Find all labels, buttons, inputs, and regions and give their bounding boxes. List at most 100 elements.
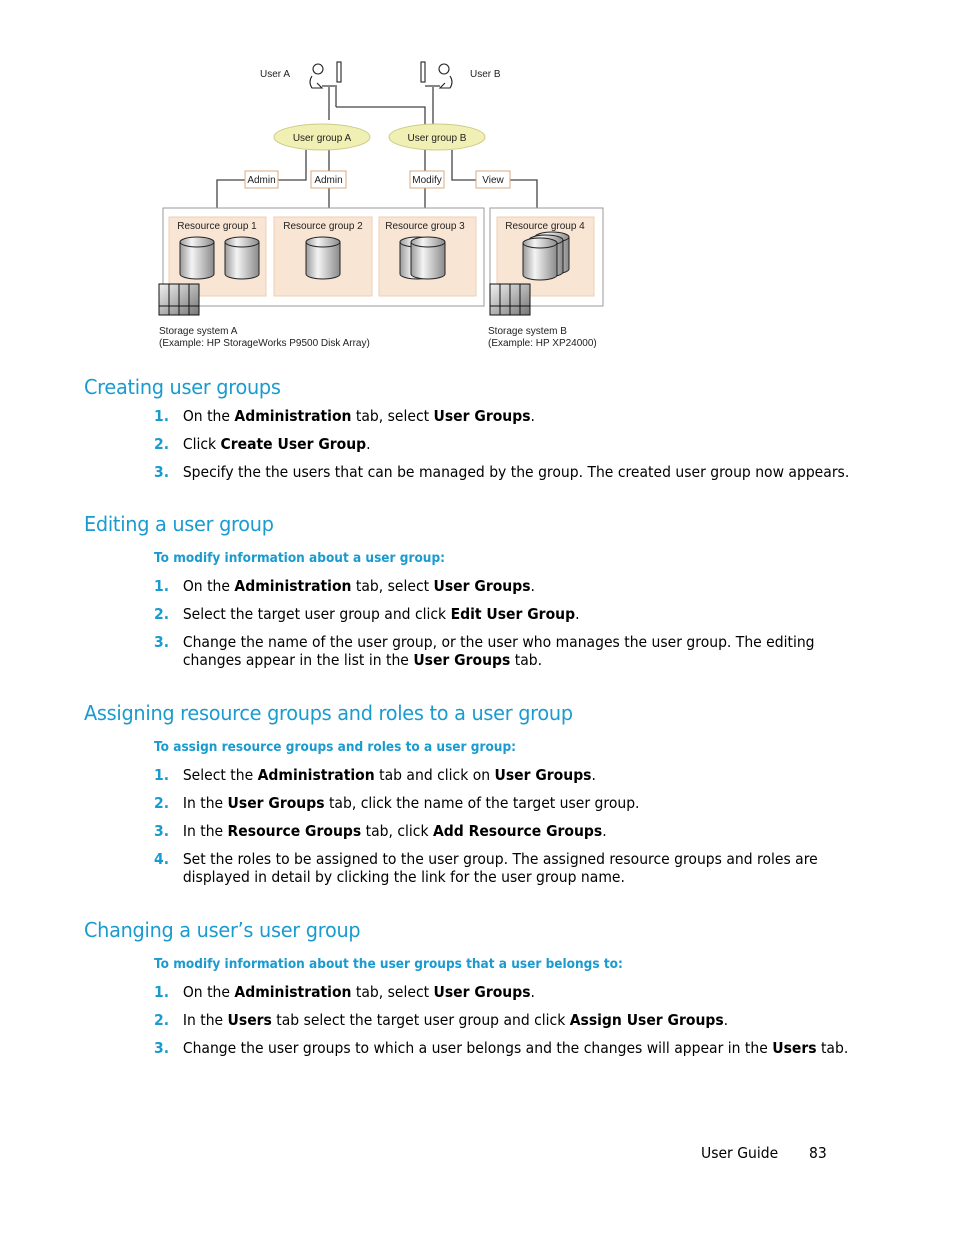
step-text: . bbox=[366, 435, 371, 453]
ui-term: Administration bbox=[234, 983, 352, 1001]
step-text: . bbox=[723, 1011, 729, 1029]
step-text: tab. bbox=[510, 651, 543, 669]
role-label: Modify bbox=[412, 175, 441, 186]
volume-icon bbox=[410, 236, 446, 280]
step-text: tab, select bbox=[351, 577, 434, 595]
step-number: 1. bbox=[154, 766, 170, 784]
step-number: 3. bbox=[154, 1039, 170, 1057]
page-number: 83 bbox=[809, 1144, 827, 1162]
step-item: 1. On the Administration tab, select User… bbox=[154, 407, 852, 425]
step-item: 3. Specify the the users that can be mana… bbox=[154, 463, 852, 481]
ui-term: User Groups bbox=[433, 407, 531, 425]
ui-term: Resource Groups bbox=[227, 822, 362, 840]
step-text: tab, select bbox=[351, 983, 434, 1001]
step-item: 1. Select the Administration tab and clic… bbox=[154, 766, 852, 784]
step-text: On the bbox=[182, 407, 235, 425]
ui-term: Users bbox=[227, 1011, 272, 1029]
section-heading-changing-users-user-group: Changing a user’s user group bbox=[84, 918, 361, 942]
step-item: 3. In the Resource Groups tab, click Add … bbox=[154, 822, 852, 840]
ui-term: User Groups bbox=[227, 794, 325, 812]
user-group-b-label: User group B bbox=[408, 133, 467, 144]
step-number: 3. bbox=[154, 633, 170, 651]
step-text: Click bbox=[182, 435, 221, 453]
step-text: tab, select bbox=[351, 407, 434, 425]
role-label: Admin bbox=[314, 175, 342, 186]
step-number: 1. bbox=[154, 577, 170, 595]
storage-system-b-label: Storage system B bbox=[488, 326, 567, 337]
section-heading-creating-user-groups: Creating user groups bbox=[84, 375, 281, 399]
ui-term: User Groups bbox=[413, 651, 511, 669]
step-item: 1. On the Administration tab, select User… bbox=[154, 983, 852, 1001]
user-group-diagram: User A User B User group A User group B … bbox=[0, 0, 954, 360]
step-item: 2. Click Create User Group. bbox=[154, 435, 852, 453]
step-item: 2. In the User Groups tab, click the name… bbox=[154, 794, 852, 812]
section-heading-editing-user-group: Editing a user group bbox=[84, 512, 274, 536]
section-heading-assigning-resource-groups: Assigning resource groups and roles to a… bbox=[84, 701, 573, 725]
step-number: 2. bbox=[154, 794, 170, 812]
resource-group-label: Resource group 3 bbox=[385, 221, 465, 232]
step-number: 3. bbox=[154, 463, 170, 481]
step-text: . bbox=[530, 983, 535, 1001]
step-item: 3. Change the user groups to which a user… bbox=[154, 1039, 852, 1057]
ui-term: Administration bbox=[257, 766, 375, 784]
step-number: 1. bbox=[154, 407, 170, 425]
volume-icon bbox=[305, 236, 341, 280]
step-text: . bbox=[591, 766, 596, 784]
step-text: In the bbox=[182, 794, 228, 812]
step-number: 2. bbox=[154, 435, 170, 453]
role-label: Admin bbox=[247, 175, 275, 186]
step-text: In the bbox=[182, 1011, 228, 1029]
step-text: tab and click on bbox=[374, 766, 495, 784]
storage-system-a-example: (Example: HP StorageWorks P9500 Disk Arr… bbox=[159, 338, 370, 349]
step-text: tab. bbox=[816, 1039, 849, 1057]
step-text: On the bbox=[182, 983, 235, 1001]
step-number: 1. bbox=[154, 983, 170, 1001]
step-number: 3. bbox=[154, 822, 170, 840]
step-item: 2. In the Users tab select the target use… bbox=[154, 1011, 852, 1029]
steps-list: 1. Select the Administration tab and clic… bbox=[154, 766, 854, 896]
step-text: . bbox=[575, 605, 580, 623]
step-text: In the bbox=[182, 822, 228, 840]
step-text: tab, click the name of the target user g… bbox=[324, 794, 640, 812]
storage-rack-b-icon bbox=[489, 283, 531, 316]
procedure-heading: To modify information about the user gro… bbox=[154, 956, 623, 972]
volume-icon bbox=[522, 237, 558, 281]
steps-list: 1. On the Administration tab, select User… bbox=[154, 577, 854, 679]
ui-term: Assign User Groups bbox=[569, 1011, 724, 1029]
step-text: . bbox=[530, 407, 535, 425]
user-a-icon bbox=[309, 61, 342, 89]
ui-term: Create User Group bbox=[220, 435, 367, 453]
step-text: tab select the target user group and cli… bbox=[271, 1011, 570, 1029]
user-a-label: User A bbox=[260, 69, 290, 80]
footer-guide-label: User Guide bbox=[701, 1144, 779, 1162]
step-text: Select the target user group and click bbox=[182, 605, 451, 623]
ui-term: User Groups bbox=[433, 577, 531, 595]
step-item: 3. Change the name of the user group, or … bbox=[154, 633, 852, 669]
storage-rack-a-icon bbox=[158, 283, 200, 316]
ui-term: Edit User Group bbox=[450, 605, 576, 623]
procedure-heading: To modify information about a user group… bbox=[154, 550, 446, 566]
storage-system-b-example: (Example: HP XP24000) bbox=[488, 338, 597, 349]
step-item: 2. Select the target user group and click… bbox=[154, 605, 852, 623]
step-text: . bbox=[530, 577, 535, 595]
step-text: Select the bbox=[182, 766, 258, 784]
ui-term: User Groups bbox=[433, 983, 531, 1001]
step-text: Specify the the users that can be manage… bbox=[182, 463, 850, 481]
user-b-label: User B bbox=[470, 69, 501, 80]
step-item: 4. Set the roles to be assigned to the us… bbox=[154, 850, 852, 886]
step-text: . bbox=[602, 822, 607, 840]
steps-list: 1. On the Administration tab, select User… bbox=[154, 983, 854, 1067]
step-text: Change the user groups to which a user b… bbox=[182, 1039, 773, 1057]
user-b-icon bbox=[420, 61, 453, 89]
storage-system-a-label: Storage system A bbox=[159, 326, 238, 337]
step-number: 4. bbox=[154, 850, 170, 868]
ui-term: Users bbox=[772, 1039, 817, 1057]
volume-icon bbox=[179, 236, 215, 280]
step-number: 2. bbox=[154, 1011, 170, 1029]
ui-term: User Groups bbox=[494, 766, 592, 784]
step-text: Set the roles to be assigned to the user… bbox=[182, 850, 818, 886]
step-text: On the bbox=[182, 577, 235, 595]
volume-icon bbox=[224, 236, 260, 280]
step-item: 1. On the Administration tab, select User… bbox=[154, 577, 852, 595]
steps-list: 1. On the Administration tab, select User… bbox=[154, 407, 854, 491]
